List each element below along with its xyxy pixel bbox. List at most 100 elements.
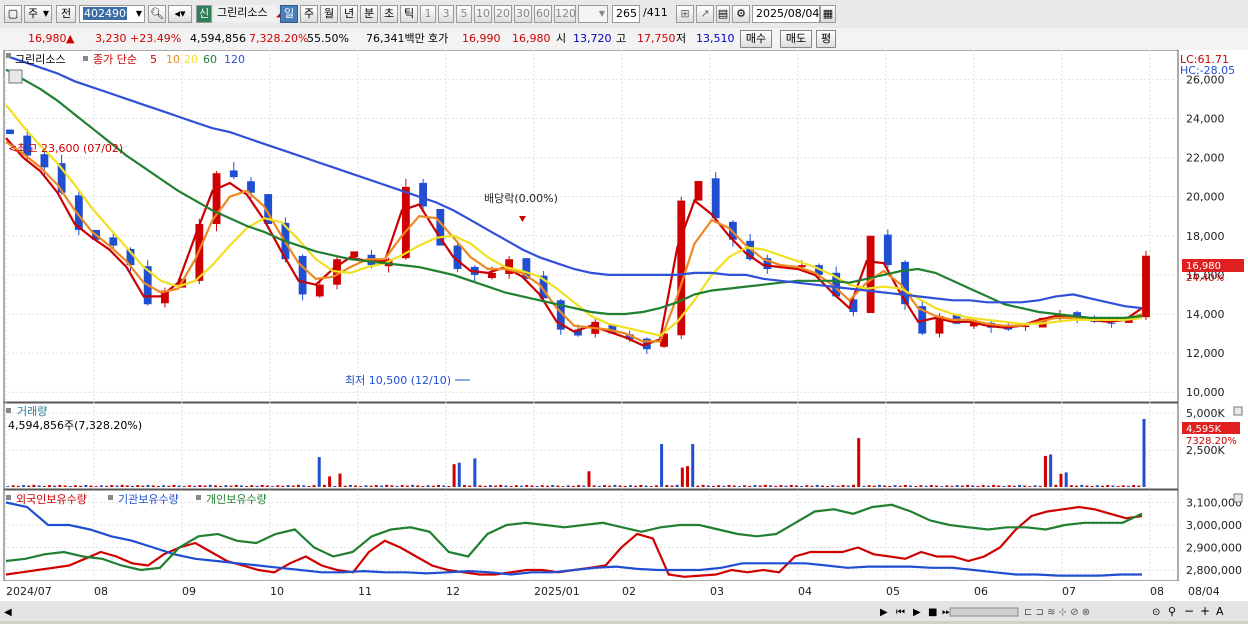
volume-bar	[494, 485, 498, 487]
zoom-in-icon[interactable]: +	[1200, 604, 1210, 618]
volume-bar	[1121, 485, 1125, 487]
volume-bar	[701, 484, 705, 487]
play-icon[interactable]: ▶	[913, 607, 921, 618]
period-label: 주	[28, 7, 39, 20]
volume-bar	[188, 485, 192, 487]
x-tick-label: 08	[94, 585, 108, 598]
volume-bar	[769, 485, 773, 487]
volume-bar	[141, 485, 145, 487]
volume-bar	[1101, 485, 1105, 487]
gear-icon[interactable]: ⚙	[732, 5, 750, 23]
volume-bar	[94, 486, 98, 487]
period-dropdown[interactable]: 주 ▼	[24, 5, 52, 23]
draw-tool-icon[interactable]: ↗	[696, 5, 714, 23]
volume-bar	[820, 485, 824, 487]
volume-bar	[639, 484, 643, 487]
count-input[interactable]: 265	[612, 5, 640, 23]
volume-bar	[27, 485, 31, 487]
buy-button[interactable]: 매수	[740, 30, 772, 48]
interval-5[interactable]: 5	[456, 5, 472, 23]
volume-bar	[385, 484, 389, 487]
window-icon[interactable]: ▢	[4, 5, 22, 23]
volume-bar	[177, 485, 181, 487]
y-tick-label: 20,000	[1186, 191, 1225, 204]
tab-year[interactable]: 년	[340, 5, 358, 23]
calendar-icon[interactable]: ▦	[820, 5, 836, 23]
volume-bar	[1137, 485, 1141, 487]
zoom-slider[interactable]	[949, 607, 1019, 617]
tab-second[interactable]: 초	[380, 5, 398, 23]
stop-icon[interactable]: ■	[928, 607, 937, 618]
scroll-right-icon[interactable]: ▶	[880, 607, 888, 618]
interval-60[interactable]: 60	[534, 5, 552, 23]
volume-panel-close-icon[interactable]	[1233, 406, 1243, 416]
volume-bar	[514, 485, 518, 487]
volume-bar	[193, 485, 197, 487]
quote-open: 13,720	[573, 32, 612, 45]
volume-bar	[1012, 485, 1016, 487]
volume-bar	[136, 485, 140, 487]
interval-30[interactable]: 30	[514, 5, 532, 23]
x-tick-label: 08/04	[1188, 585, 1220, 598]
interval-3[interactable]: 3	[438, 5, 454, 23]
y-tick-label: 18,000	[1186, 230, 1225, 243]
volume-bar	[1007, 485, 1011, 487]
volume-bar	[53, 485, 57, 487]
prev-button[interactable]: 전	[56, 5, 76, 23]
volume-bar	[644, 485, 648, 487]
sell-button[interactable]: 매도	[780, 30, 812, 48]
volume-bar	[374, 485, 378, 487]
interval-1[interactable]: 1	[420, 5, 436, 23]
quote-high: 17,750	[637, 32, 676, 45]
tab-day[interactable]: 일	[280, 5, 298, 23]
candle-body	[40, 154, 49, 168]
volume-bar	[535, 486, 539, 487]
candle-body	[866, 235, 875, 313]
volume-bar	[888, 485, 892, 487]
tab-minute[interactable]: 분	[360, 5, 378, 23]
speaker-icon[interactable]: ◂▾	[168, 5, 192, 23]
volume-bar	[903, 484, 907, 487]
candle-body	[711, 178, 720, 219]
chart-tools-icon[interactable]: ⊏ ⊐ ≋ ⊹ ⊘ ⊗	[1024, 607, 1090, 618]
average-button[interactable]: 평	[816, 30, 836, 48]
search-icon[interactable]: 🔍︎	[148, 5, 166, 23]
zoom-fit-icon[interactable]: ⊙	[1152, 607, 1160, 618]
rewind-icon[interactable]: ⏮	[896, 607, 905, 618]
interval-10[interactable]: 10	[474, 5, 492, 23]
volume-bar	[468, 485, 472, 487]
stock-chart[interactable]: 10,00012,00014,00016,00018,00020,00022,0…	[0, 49, 1248, 621]
volume-bar	[125, 485, 129, 487]
interval-20[interactable]: 20	[494, 5, 512, 23]
holdings-legend-foreign: 외국인보유수량	[16, 493, 87, 506]
volume-bar	[935, 485, 939, 487]
date-input[interactable]: 2025/08/04	[752, 5, 820, 23]
grid-icon[interactable]: ⊞	[676, 5, 694, 23]
volume-bar	[79, 485, 83, 487]
scroll-left-icon[interactable]: ◀	[4, 607, 12, 618]
tab-week[interactable]: 주	[300, 5, 318, 23]
volume-bar	[162, 485, 166, 487]
tab-tick[interactable]: 틱	[400, 5, 418, 23]
zoom-out-icon[interactable]: −	[1184, 604, 1194, 618]
interval-custom-dropdown[interactable]: ▼	[578, 5, 608, 23]
volume-bar	[582, 485, 586, 487]
candle-body	[1142, 255, 1150, 318]
x-tick-label: 2025/01	[534, 585, 580, 598]
volume-bar	[540, 485, 544, 487]
candle-body	[298, 255, 307, 295]
volume-bar	[291, 485, 295, 487]
volume-bar	[167, 485, 171, 487]
save-icon[interactable]: ▤	[716, 5, 730, 23]
volume-bar	[296, 484, 300, 487]
interval-120[interactable]: 120	[554, 5, 576, 23]
text-size-icon[interactable]: A	[1216, 605, 1224, 618]
stock-code-input[interactable]: 402490 ▼	[79, 5, 145, 23]
volume-bar	[603, 485, 607, 487]
volume-bar	[457, 462, 461, 487]
search-icon[interactable]: ⚲	[1168, 605, 1176, 618]
volume-bar	[1075, 485, 1079, 487]
table-toggle-icon[interactable]	[8, 69, 23, 84]
tab-month[interactable]: 월	[320, 5, 338, 23]
holdings-panel-close-icon[interactable]	[1233, 493, 1243, 503]
